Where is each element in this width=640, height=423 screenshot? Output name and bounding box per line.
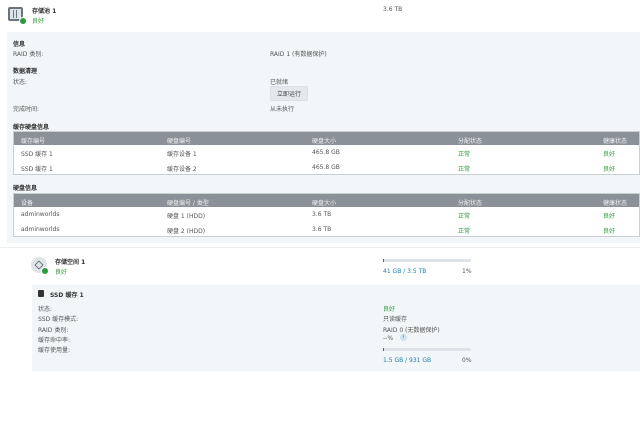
info-heading: 信息 [13, 41, 26, 48]
column-header[interactable]: 健康状态 [603, 198, 627, 207]
info-icon[interactable]: i [400, 334, 407, 341]
cache-used: 1.5 GB / 931 GB [383, 357, 432, 364]
field-value: 只读缓存 [383, 316, 408, 323]
cell: 良好 [603, 227, 616, 235]
pool-title: 存储池 1 [32, 8, 57, 15]
cell: SSD 缓存 1 [21, 165, 53, 173]
field-label: 状态: [38, 306, 53, 313]
volume-percent: 1% [462, 268, 472, 275]
cell: 缓存设备 1 [167, 151, 197, 158]
field-label: SSD 缓存模式: [38, 316, 79, 323]
cell: 良好 [603, 213, 616, 220]
field-value: RAID 0 (无数据保护) [383, 327, 440, 334]
table-row[interactable]: SSD 缓存 1 缓存设备 2 465.8 GB 正常 良好 [14, 160, 639, 175]
column-header[interactable]: 缓存编号 [21, 136, 45, 145]
table-row[interactable]: adminworlds 硬盘 1 (HDD) 3.6 TB 正常 良好 [14, 207, 639, 222]
cache-usage-bar [383, 348, 471, 351]
column-header[interactable]: 硬盘大小 [312, 198, 336, 207]
cell: 良好 [603, 151, 616, 158]
column-header[interactable]: 硬盘大小 [312, 136, 336, 145]
raid-value: RAID 1 (有数据保护) [270, 51, 327, 58]
cell: 3.6 TB [312, 211, 332, 218]
disk-table: 设备 硬盘编号 / 类型 硬盘大小 分配状态 健康状态 adminworlds … [13, 193, 640, 237]
scrub-status-label: 状态: [13, 79, 28, 86]
column-header[interactable]: 分配状态 [458, 198, 482, 207]
cell: 3.6 TB [312, 225, 332, 233]
field-value: 良好 [383, 306, 396, 313]
volume-title: 存储空间 1 [55, 259, 86, 266]
column-header[interactable]: 硬盘编号 [167, 136, 191, 145]
cell: 正常 [458, 227, 471, 235]
healthy-check-icon [41, 267, 49, 275]
table-header: 设备 硬盘编号 / 类型 硬盘大小 分配状态 健康状态 [14, 194, 639, 207]
cell: 缓存设备 2 [167, 165, 197, 173]
cell: adminworlds [21, 225, 60, 233]
divider [0, 247, 640, 248]
volume-used: 41 GB / 3.5 TB [383, 268, 427, 275]
finish-time-label: 完成时间: [13, 106, 40, 113]
cache-percent: 0% [462, 357, 472, 364]
field-value: --% [383, 335, 394, 342]
ssd-cache-icon [38, 290, 44, 297]
column-header[interactable]: 设备 [21, 198, 33, 207]
cell: 465.8 GB [312, 163, 340, 171]
volume-icon [31, 257, 49, 275]
cell: 硬盘 1 (HDD) [167, 213, 206, 220]
volume-status: 良好 [55, 269, 68, 276]
cell: 硬盘 2 (HDD) [167, 227, 206, 235]
raid-label: RAID 类别: [13, 51, 44, 58]
cell: 465.8 GB [312, 149, 340, 156]
field-label: RAID 类别: [38, 327, 69, 334]
column-header[interactable]: 健康状态 [603, 136, 627, 145]
table-row[interactable]: SSD 缓存 1 缓存设备 1 465.8 GB 正常 良好 [14, 145, 639, 160]
table-header: 缓存编号 硬盘编号 硬盘大小 分配状态 健康状态 [14, 132, 639, 145]
column-header[interactable]: 硬盘编号 / 类型 [167, 198, 209, 207]
scrub-status-value: 已就绪 [270, 79, 289, 86]
cell: 正常 [458, 213, 471, 220]
scrub-heading: 数据清理 [13, 68, 38, 75]
pool-status: 良好 [32, 18, 45, 25]
table-row[interactable]: adminworlds 硬盘 2 (HDD) 3.6 TB 正常 良好 [14, 222, 639, 237]
finish-time-value: 从未执行 [270, 106, 295, 113]
cell: 正常 [458, 165, 471, 173]
cell: 正常 [458, 151, 471, 158]
ssd-cache-panel: SSD 缓存 1 状态: 良好 SSD 缓存模式: 只读缓存 RAID 类别: … [32, 285, 640, 371]
pool-size: 3.6 TB [383, 6, 403, 13]
disk-info-heading: 硬盘信息 [13, 185, 38, 192]
field-label: 缓存命中率: [38, 337, 71, 344]
storage-pool-icon [8, 7, 27, 25]
cache-disk-table: 缓存编号 硬盘编号 硬盘大小 分配状态 健康状态 SSD 缓存 1 缓存设备 1… [13, 131, 640, 175]
field-label: 缓存使用量: [38, 347, 71, 354]
cache-disk-heading: 缓存硬盘信息 [13, 124, 50, 131]
healthy-check-icon [19, 17, 27, 25]
cell: adminworlds [21, 211, 60, 218]
ssd-cache-title: SSD 缓存 1 [50, 292, 84, 299]
cell: SSD 缓存 1 [21, 151, 53, 158]
run-now-button[interactable]: 立即运行 [270, 86, 309, 101]
cell: 良好 [603, 165, 616, 173]
volume-usage-bar [383, 259, 471, 262]
column-header[interactable]: 分配状态 [458, 136, 482, 145]
